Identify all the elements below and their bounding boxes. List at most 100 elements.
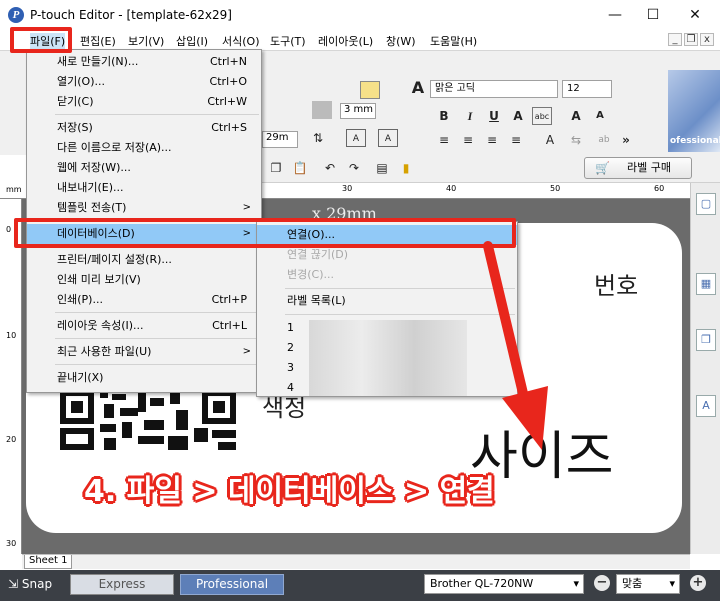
buy-labels-button[interactable]: 🛒 라벨 구매 xyxy=(584,157,692,179)
zoom-out-button[interactable]: − xyxy=(594,575,610,591)
text-style-icon[interactable]: abc xyxy=(532,107,552,125)
menu-edit[interactable]: 편집(E) xyxy=(80,33,116,49)
new-object-icon[interactable]: ▢ xyxy=(696,193,716,215)
spacing-icon[interactable]: ⇆ xyxy=(566,131,586,149)
professional-banner: ofessional xyxy=(668,70,720,152)
undo-icon[interactable]: ↶ xyxy=(320,159,340,177)
professional-mode-button[interactable]: Professional xyxy=(180,574,284,595)
redo-icon[interactable]: ↷ xyxy=(344,159,364,177)
menu-item-transfer-template[interactable]: 템플릿 전송(T) > xyxy=(27,198,261,218)
underline-button[interactable]: U xyxy=(484,107,504,125)
menu-item-label: 템플릿 전송(T) xyxy=(57,201,127,214)
menu-item-shortcut: Ctrl+P xyxy=(211,293,247,306)
ruler-mark: 40 xyxy=(446,184,457,193)
menu-item-print-preview[interactable]: 인쇄 미리 보기(V) xyxy=(27,270,261,290)
more-options-icon[interactable]: » xyxy=(616,131,636,149)
menu-item-recent-files[interactable]: 최근 사용한 파일(U) > xyxy=(27,342,261,362)
menu-item-shortcut: Ctrl+W xyxy=(207,95,247,108)
label-text-number[interactable]: 번호 xyxy=(594,266,638,301)
layout-panel-icon[interactable]: ❐ xyxy=(696,329,716,351)
font-size-select[interactable]: 12 xyxy=(562,80,612,98)
menu-item-label: 새로 만들기(N)... xyxy=(57,55,139,68)
menu-insert[interactable]: 삽입(I) xyxy=(176,33,208,49)
minimize-button[interactable]: — xyxy=(600,3,630,27)
close-button[interactable]: ✕ xyxy=(680,3,710,27)
snap-toggle[interactable]: ⇲ Snap xyxy=(8,577,52,591)
text-box-icon[interactable]: A xyxy=(378,129,398,147)
copy-icon[interactable]: ❐ xyxy=(266,159,286,177)
tape-select[interactable]: 29m xyxy=(262,131,298,148)
menu-item-shortcut: Ctrl+L xyxy=(212,319,247,332)
sheet-tab-bar: Sheet 1 xyxy=(22,554,690,569)
width-input[interactable]: 3 mm xyxy=(340,103,376,119)
menu-window[interactable]: 창(W) xyxy=(386,33,416,49)
char-spacing-icon[interactable]: ab xyxy=(594,131,614,149)
recent-db-number: 3 xyxy=(287,361,294,374)
mdi-close-button[interactable]: x xyxy=(700,33,714,46)
menu-layout[interactable]: 레이아웃(L) xyxy=(318,33,373,49)
menu-item-open[interactable]: 열기(O)... Ctrl+O xyxy=(27,72,261,92)
align-left-icon[interactable]: ≡ xyxy=(434,131,454,149)
fill-color-icon[interactable] xyxy=(360,81,380,99)
justify-icon[interactable]: ≡ xyxy=(506,131,526,149)
menu-item-export[interactable]: 내보내기(E)... xyxy=(27,178,261,198)
zoom-select[interactable]: 맞춤 ▾ xyxy=(616,574,680,594)
menu-item-label: 인쇄 미리 보기(V) xyxy=(57,273,141,286)
line-style-icon[interactable] xyxy=(312,101,332,119)
blurred-recent-files xyxy=(309,320,467,396)
sheet-tab[interactable]: Sheet 1 xyxy=(24,555,73,569)
menu-item-change[interactable]: 변경(C)... xyxy=(257,265,517,285)
chevron-down-icon: ▾ xyxy=(573,577,579,590)
menu-item-label: 내보내기(E)... xyxy=(57,181,124,194)
menu-item-close[interactable]: 닫기(C) Ctrl+W xyxy=(27,92,261,112)
ruler-mark: 30 xyxy=(6,539,17,548)
menu-item-label: 닫기(C) xyxy=(57,95,94,108)
vertical-text-icon[interactable]: A xyxy=(540,131,560,149)
menu-item-exit[interactable]: 끝내기(X) xyxy=(27,368,261,388)
menu-item-label: 다른 이름으로 저장(A)... xyxy=(57,141,172,154)
menu-item-save-as[interactable]: 다른 이름으로 저장(A)... xyxy=(27,138,261,158)
menu-view[interactable]: 보기(V) xyxy=(128,33,164,49)
express-mode-button[interactable]: Express xyxy=(70,574,174,595)
align-right-icon[interactable]: ≡ xyxy=(482,131,502,149)
mdi-restore-button[interactable]: ❐ xyxy=(684,33,698,46)
menu-item-page-setup[interactable]: 프린터/페이지 설정(R)... xyxy=(27,250,261,270)
maximize-button[interactable]: ☐ xyxy=(638,3,668,27)
font-name-select[interactable]: 맑은 고딕 xyxy=(430,80,558,98)
menu-item-layout-properties[interactable]: 레이아웃 속성(I)... Ctrl+L xyxy=(27,316,261,336)
menu-item-disconnect[interactable]: 연결 끊기(D) xyxy=(257,245,517,265)
italic-button[interactable]: I xyxy=(460,107,480,125)
outline-text-icon[interactable]: A xyxy=(508,107,528,125)
mdi-minimize-button[interactable]: _ xyxy=(668,33,682,46)
align-icon[interactable]: ⇅ xyxy=(308,129,328,147)
menu-item-label: 변경(C)... xyxy=(287,268,334,281)
bold-button[interactable]: B xyxy=(434,107,454,125)
align-center-icon[interactable]: ≡ xyxy=(458,131,478,149)
side-panel: ▢ ▦ ❐ A xyxy=(690,183,720,554)
text-frame-icon[interactable]: A xyxy=(346,129,366,147)
recent-db-number: 2 xyxy=(287,341,294,354)
qr-code-image[interactable] xyxy=(60,390,236,450)
menu-item-save-web[interactable]: 웹에 저장(W)... xyxy=(27,158,261,178)
zoom-in-button[interactable]: + xyxy=(690,575,706,591)
layout-icon[interactable]: ▤ xyxy=(372,159,392,177)
paste-icon[interactable]: 📋 xyxy=(290,159,310,177)
properties-icon[interactable]: ▦ xyxy=(696,273,716,295)
menu-item-print[interactable]: 인쇄(P)... Ctrl+P xyxy=(27,290,261,310)
text-panel-icon[interactable]: A xyxy=(696,395,716,417)
menu-item-label: 프린터/페이지 설정(R)... xyxy=(57,253,172,266)
status-bar: ⇲ Snap Express Professional Brother QL-7… xyxy=(0,570,720,601)
menu-item-save[interactable]: 저장(S) Ctrl+S xyxy=(27,118,261,138)
menu-tools[interactable]: 도구(T) xyxy=(270,33,306,49)
menu-format[interactable]: 서식(O) xyxy=(222,33,259,49)
ruler-mark: 30 xyxy=(342,184,353,193)
menu-item-new[interactable]: 새로 만들기(N)... Ctrl+N xyxy=(27,52,261,72)
grow-font-icon[interactable]: A xyxy=(566,107,586,125)
menu-help[interactable]: 도움말(H) xyxy=(430,33,477,49)
shrink-font-icon[interactable]: A xyxy=(590,107,610,125)
menu-separator xyxy=(55,364,259,365)
menu-item-shortcut: Ctrl+N xyxy=(209,55,247,68)
menu-item-label-list[interactable]: 라벨 목록(L) xyxy=(257,291,517,311)
database-icon[interactable]: ▮ xyxy=(396,159,416,177)
printer-select[interactable]: Brother QL-720NW ▾ xyxy=(424,574,584,594)
